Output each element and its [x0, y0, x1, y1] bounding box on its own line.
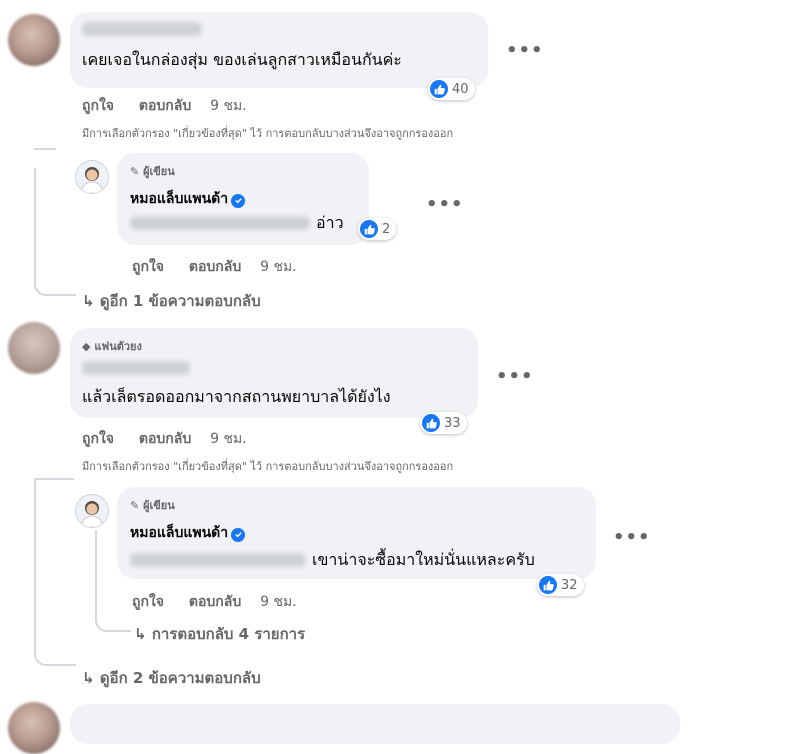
- diamond-icon: ◆: [82, 340, 91, 353]
- reply-text: เขาน่าจะซื้อมาใหม่นั่นแหละครับ: [312, 550, 535, 569]
- reaction-number: 2: [382, 221, 391, 237]
- author-badge: ✎ ผู้เขียน: [130, 165, 175, 178]
- reaction-count[interactable]: 40: [428, 78, 475, 100]
- reply-button[interactable]: ตอบกลับ: [139, 431, 191, 447]
- author-name-blurred[interactable]: [82, 22, 202, 36]
- timestamp[interactable]: 9 ชม.: [210, 431, 247, 447]
- comment-bubble: [70, 704, 680, 744]
- verified-badge-icon: [231, 527, 246, 542]
- pencil-icon: ✎: [130, 499, 140, 512]
- comment-actions: ถูกใจ ตอบกลับ 9 ชม.: [82, 95, 247, 117]
- reply-author[interactable]: หมอแล็บแพนด้า: [130, 522, 246, 544]
- thumbs-up-icon: [422, 414, 440, 432]
- reply-actions: ถูกใจ ตอบกลับ 9 ชม.: [132, 591, 297, 613]
- thread-line-2-mid: [34, 478, 74, 480]
- avatar[interactable]: [8, 702, 60, 754]
- reaction-count[interactable]: 32: [537, 574, 584, 596]
- reaction-count[interactable]: 2: [358, 218, 397, 240]
- like-button[interactable]: ถูกใจ: [132, 594, 164, 610]
- filter-note: มีการเลือกตัวกรอง "เกี่ยวข้องที่สุด" ไว้…: [82, 460, 454, 473]
- reply-arrow-icon: ↳: [82, 669, 95, 687]
- reaction-count[interactable]: 33: [420, 412, 467, 434]
- author-name-blurred[interactable]: [82, 361, 190, 375]
- view-more-replies[interactable]: ↳ ดูอีก 1 ข้อความตอบกลับ: [82, 289, 261, 313]
- reply-button[interactable]: ตอบกลับ: [189, 259, 241, 275]
- author-badge: ✎ ผู้เขียน: [130, 499, 175, 512]
- reaction-number: 40: [452, 81, 469, 97]
- reply-text: อ่าว: [316, 213, 344, 232]
- comment-actions: ถูกใจ ตอบกลับ 9 ชม.: [82, 428, 247, 450]
- reply-arrow-icon: ↳: [82, 292, 95, 310]
- more-options-icon[interactable]: •••: [506, 40, 544, 61]
- pencil-icon: ✎: [130, 165, 140, 178]
- avatar[interactable]: [8, 14, 60, 66]
- comment-text: แล้วเล็ตรอดออกมาจากสถานพยาบาลได้ยังไง: [82, 387, 391, 406]
- more-options-icon[interactable]: •••: [426, 194, 464, 215]
- thumbs-up-icon: [360, 220, 378, 238]
- reply-arrow-icon: ↳: [134, 625, 147, 643]
- fan-badge: ◆ แฟนตัวยง: [82, 340, 142, 353]
- thread-line-1b: [34, 168, 76, 296]
- verified-badge-icon: [231, 193, 246, 208]
- timestamp[interactable]: 9 ชม.: [260, 594, 297, 610]
- like-button[interactable]: ถูกใจ: [82, 431, 114, 447]
- more-options-icon[interactable]: •••: [613, 527, 651, 548]
- view-sub-replies[interactable]: ↳ การตอบกลับ 4 รายการ: [134, 622, 305, 646]
- like-button[interactable]: ถูกใจ: [132, 259, 164, 275]
- author-avatar[interactable]: [75, 160, 109, 194]
- thread-line-2: [34, 480, 76, 666]
- thumbs-up-icon: [430, 80, 448, 98]
- thread-line-1: [34, 148, 56, 150]
- reply-button[interactable]: ตอบกลับ: [139, 98, 191, 114]
- reply-actions: ถูกใจ ตอบกลับ 9 ชม.: [132, 256, 297, 278]
- reply-button[interactable]: ตอบกลับ: [189, 594, 241, 610]
- comment-text: เคยเจอในกล่องสุ่ม ของเล่นลูกสาวเหมือนกัน…: [82, 50, 402, 69]
- like-button[interactable]: ถูกใจ: [82, 98, 114, 114]
- avatar[interactable]: [8, 322, 60, 374]
- timestamp[interactable]: 9 ชม.: [210, 98, 247, 114]
- view-more-replies[interactable]: ↳ ดูอีก 2 ข้อความตอบกลับ: [82, 666, 261, 690]
- timestamp[interactable]: 9 ชม.: [260, 259, 297, 275]
- filter-note: มีการเลือกตัวกรอง "เกี่ยวข้องที่สุด" ไว้…: [82, 127, 454, 140]
- mentioned-user-blurred[interactable]: [130, 216, 310, 230]
- reply-author[interactable]: หมอแล็บแพนด้า: [130, 188, 246, 210]
- mentioned-user-blurred[interactable]: [130, 553, 306, 567]
- author-avatar[interactable]: [75, 494, 109, 528]
- thumbs-up-icon: [539, 576, 557, 594]
- more-options-icon[interactable]: •••: [496, 366, 534, 387]
- reaction-number: 32: [561, 577, 578, 593]
- reaction-number: 33: [444, 415, 461, 431]
